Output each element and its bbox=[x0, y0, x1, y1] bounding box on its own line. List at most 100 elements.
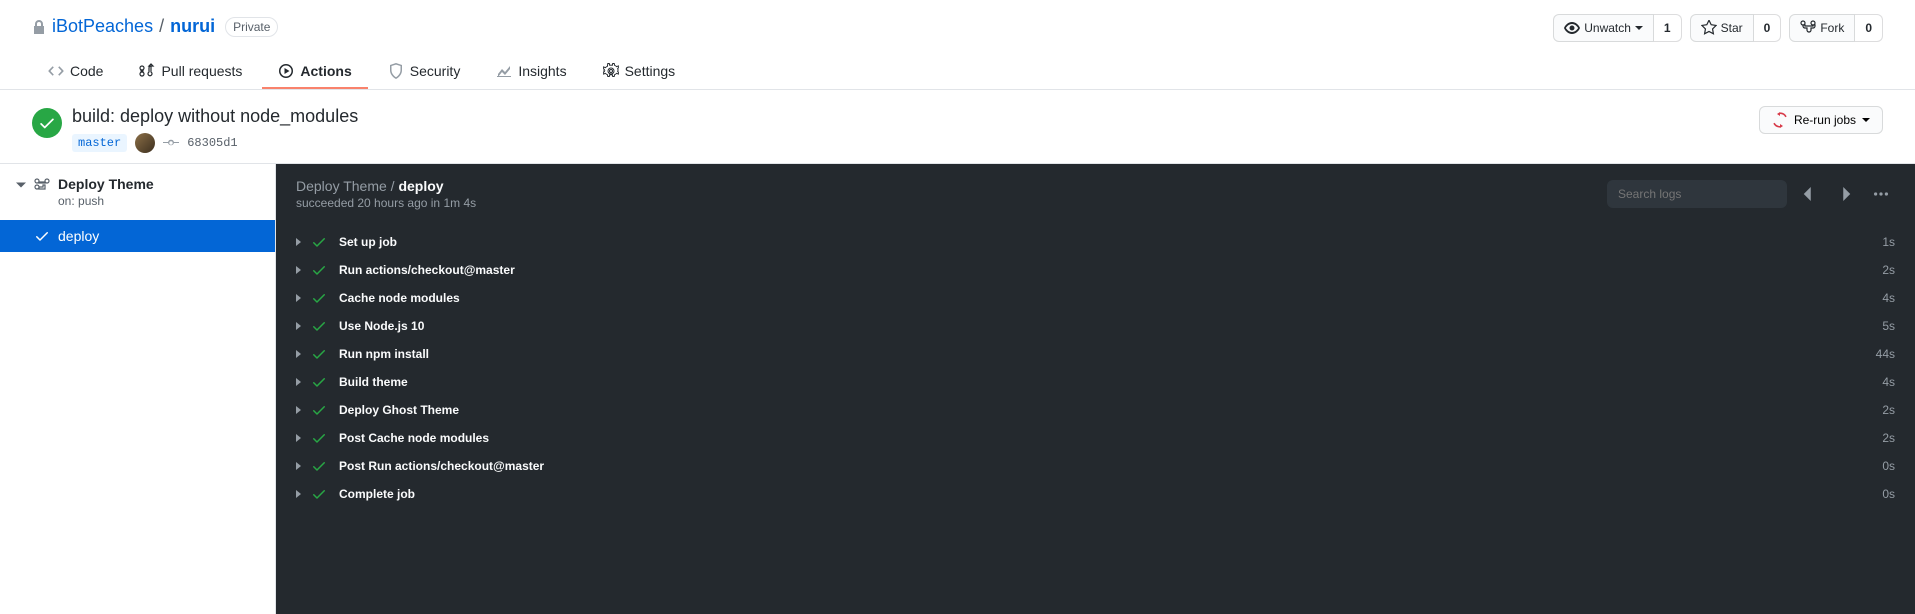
tab-security-label: Security bbox=[410, 63, 461, 79]
workflow-node[interactable]: Deploy Theme on: push bbox=[0, 164, 275, 220]
log-breadcrumb-job: deploy bbox=[398, 178, 443, 194]
step-duration: 0s bbox=[1882, 487, 1895, 501]
disclosure-triangle-icon bbox=[296, 350, 301, 358]
tab-settings-label: Settings bbox=[625, 63, 676, 79]
check-icon bbox=[311, 346, 327, 362]
check-icon bbox=[311, 430, 327, 446]
step-row[interactable]: Use Node.js 10 5s bbox=[288, 312, 1903, 340]
check-icon bbox=[311, 402, 327, 418]
star-count[interactable]: 0 bbox=[1754, 14, 1782, 42]
workflow-trigger: on: push bbox=[58, 194, 154, 208]
step-name: Use Node.js 10 bbox=[339, 319, 424, 333]
step-duration: 44s bbox=[1876, 347, 1895, 361]
tab-actions-label: Actions bbox=[300, 63, 351, 79]
pull-request-icon bbox=[139, 63, 155, 79]
tab-actions[interactable]: Actions bbox=[262, 55, 367, 89]
step-duration: 0s bbox=[1882, 459, 1895, 473]
fork-count[interactable]: 0 bbox=[1855, 14, 1883, 42]
step-row[interactable]: Run npm install44s bbox=[288, 340, 1903, 368]
job-name: deploy bbox=[58, 228, 99, 244]
job-item-deploy[interactable]: deploy bbox=[0, 220, 275, 252]
step-name: Post Cache node modules bbox=[339, 431, 489, 445]
workflow-run-header: build: deploy without node_modules maste… bbox=[0, 90, 1915, 164]
tab-pulls-label: Pull requests bbox=[161, 63, 242, 79]
commit-sha[interactable]: 68305d1 bbox=[187, 136, 237, 150]
step-row[interactable]: Complete job0s bbox=[288, 480, 1903, 508]
check-icon bbox=[34, 228, 50, 244]
log-panel: Deploy Theme / deploy succeeded 20 hours… bbox=[276, 164, 1915, 614]
eye-icon bbox=[1564, 20, 1580, 36]
tab-settings[interactable]: Settings bbox=[587, 55, 692, 89]
pagehead-actions: Unwatch 1 Star 0 Fork 0 bbox=[1553, 14, 1883, 42]
prev-button[interactable] bbox=[1795, 180, 1823, 208]
check-icon bbox=[311, 318, 327, 334]
disclosure-triangle-icon bbox=[296, 322, 301, 330]
kebab-menu-button[interactable] bbox=[1867, 180, 1895, 208]
sync-icon bbox=[1772, 112, 1788, 128]
fork-label: Fork bbox=[1820, 18, 1844, 38]
disclosure-triangle-icon bbox=[296, 238, 301, 246]
disclosure-triangle-icon bbox=[296, 490, 301, 498]
repo-sep: / bbox=[159, 16, 164, 37]
next-button[interactable] bbox=[1831, 180, 1859, 208]
step-duration: 5s bbox=[1882, 319, 1895, 333]
search-logs-input[interactable] bbox=[1607, 180, 1787, 208]
tab-security[interactable]: Security bbox=[372, 55, 477, 89]
code-icon bbox=[48, 63, 64, 79]
repo-name-link[interactable]: nurui bbox=[170, 16, 215, 37]
run-title: build: deploy without node_modules bbox=[72, 106, 358, 127]
step-duration: 2s bbox=[1882, 431, 1895, 445]
disclosure-triangle-icon bbox=[296, 294, 301, 302]
play-icon bbox=[278, 63, 294, 79]
tab-insights-label: Insights bbox=[518, 63, 566, 79]
step-duration: 4s bbox=[1882, 291, 1895, 305]
graph-icon bbox=[496, 63, 512, 79]
lock-icon bbox=[32, 19, 46, 35]
branch-label[interactable]: master bbox=[72, 134, 127, 152]
star-label: Star bbox=[1721, 18, 1743, 38]
check-icon bbox=[311, 374, 327, 390]
disclosure-triangle-icon bbox=[296, 406, 301, 414]
rerun-jobs-button[interactable]: Re-run jobs bbox=[1759, 106, 1883, 134]
repo-title: iBotPeaches / nurui Private bbox=[32, 16, 1553, 37]
disclosure-triangle-icon bbox=[296, 462, 301, 470]
repo-owner-link[interactable]: iBotPeaches bbox=[52, 16, 153, 37]
tab-code[interactable]: Code bbox=[32, 55, 119, 89]
check-icon bbox=[311, 234, 327, 250]
step-duration: 4s bbox=[1882, 375, 1895, 389]
step-row[interactable]: Deploy Ghost Theme 2s bbox=[288, 396, 1903, 424]
disclosure-triangle-icon bbox=[296, 378, 301, 386]
repo-nav: Code Pull requests Actions Security Insi… bbox=[32, 55, 1883, 89]
fork-button[interactable]: Fork bbox=[1789, 14, 1855, 42]
step-row[interactable]: Build theme4s bbox=[288, 368, 1903, 396]
steps-list: Set up job1sRun actions/checkout@master2… bbox=[276, 224, 1915, 520]
log-breadcrumb: Deploy Theme / deploy bbox=[296, 178, 476, 194]
step-row[interactable]: Run actions/checkout@master2s bbox=[288, 256, 1903, 284]
shield-icon bbox=[388, 63, 404, 79]
step-name: Deploy Ghost Theme bbox=[339, 403, 459, 417]
check-icon bbox=[311, 486, 327, 502]
step-row[interactable]: Post Run actions/checkout@master0s bbox=[288, 452, 1903, 480]
step-row[interactable]: Post Cache node modules 2s bbox=[288, 424, 1903, 452]
watch-count[interactable]: 1 bbox=[1654, 14, 1682, 42]
star-group: Star 0 bbox=[1690, 14, 1782, 42]
caret-down-icon bbox=[16, 180, 26, 190]
step-row[interactable]: Set up job1s bbox=[288, 228, 1903, 256]
tab-pulls[interactable]: Pull requests bbox=[123, 55, 258, 89]
tab-insights[interactable]: Insights bbox=[480, 55, 582, 89]
step-name: Cache node modules bbox=[339, 291, 460, 305]
step-duration: 1s bbox=[1882, 235, 1895, 249]
disclosure-triangle-icon bbox=[296, 434, 301, 442]
watch-group: Unwatch 1 bbox=[1553, 14, 1681, 42]
tab-code-label: Code bbox=[70, 63, 103, 79]
avatar[interactable] bbox=[135, 133, 155, 153]
unwatch-button[interactable]: Unwatch bbox=[1553, 14, 1654, 42]
run-status-success-icon bbox=[32, 108, 62, 138]
step-duration: 2s bbox=[1882, 403, 1895, 417]
step-row[interactable]: Cache node modules 4s bbox=[288, 284, 1903, 312]
log-status-line: succeeded 20 hours ago in 1m 4s bbox=[296, 196, 476, 210]
star-button[interactable]: Star bbox=[1690, 14, 1754, 42]
log-breadcrumb-workflow: Deploy Theme bbox=[296, 178, 387, 194]
run-meta: master 68305d1 bbox=[72, 133, 358, 153]
chevron-right-icon bbox=[1838, 187, 1852, 201]
